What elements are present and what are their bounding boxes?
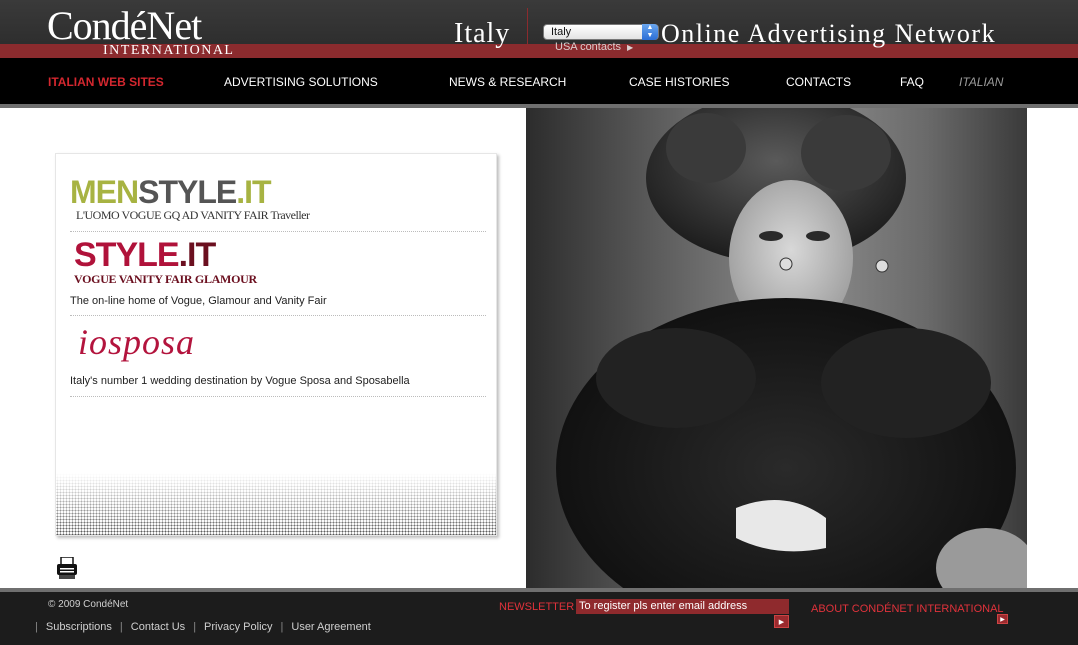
menstyle-wordmark: MENSTYLE.IT: [70, 174, 272, 210]
country-select-value: Italy: [551, 26, 572, 38]
footer-sep: |: [193, 621, 197, 633]
footer-link-subscriptions[interactable]: Subscriptions: [46, 621, 112, 633]
select-arrows-icon: ▲ ▼: [642, 24, 658, 40]
logo-subtitle: INTERNATIONAL: [103, 43, 235, 58]
main-nav: ITALIAN WEB SITES ADVERTISING SOLUTIONS …: [0, 58, 1078, 104]
nav-contacts[interactable]: CONTACTS: [786, 75, 851, 89]
sites-panel: MENSTYLE.IT L'UOMO VOGUE GQ AD VANITY FA…: [55, 153, 497, 536]
footer-sep: |: [35, 621, 38, 633]
printer-icon[interactable]: [56, 556, 78, 581]
site-entry-style[interactable]: STYLE.IT VOGUE VANITY FAIR GLAMOUR The o…: [70, 238, 486, 316]
footer-link-contact-us[interactable]: Contact Us: [131, 621, 185, 633]
region-title: Italy: [454, 18, 511, 49]
iosposa-description: Italy's number 1 wedding destination by …: [70, 375, 410, 387]
style-it-wordmark: STYLE.IT: [74, 236, 216, 274]
menstyle-logo[interactable]: MENSTYLE.IT L'UOMO VOGUE GQ AD VANITY FA…: [70, 174, 310, 226]
nav-case-histories[interactable]: CASE HISTORIES: [629, 75, 729, 89]
menstyle-brands: L'UOMO VOGUE GQ AD VANITY FAIR Traveller: [76, 208, 310, 222]
panel-dot-pattern: [56, 473, 496, 535]
site-footer: © 2009 CondéNet | Subscriptions | Contact U…: [0, 592, 1078, 645]
footer-sep: |: [280, 621, 284, 633]
newsletter-label: NEWSLETTER: [499, 601, 575, 613]
usa-contacts-link[interactable]: USA contacts ▶: [555, 41, 633, 54]
country-select[interactable]: Italy ▲ ▼: [543, 24, 659, 40]
nav-news-research[interactable]: NEWS & RESEARCH: [449, 75, 566, 89]
network-tagline: Online Advertising Network: [661, 19, 997, 48]
header-divider: [527, 8, 528, 58]
footer-link-privacy-policy[interactable]: Privacy Policy: [204, 621, 272, 633]
site-header: CondéNet INTERNATIONAL Italy Italy ▲ ▼ US…: [0, 0, 1078, 58]
newsletter-email-input[interactable]: [576, 599, 789, 614]
condenet-logo[interactable]: CondéNet INTERNATIONAL: [47, 4, 247, 58]
site-entry-menstyle[interactable]: MENSTYLE.IT L'UOMO VOGUE GQ AD VANITY FA…: [70, 154, 486, 232]
nav-language-italian[interactable]: ITALIAN: [959, 75, 1003, 89]
nav-faq[interactable]: FAQ: [900, 75, 924, 89]
usa-contacts-label: USA contacts: [555, 41, 622, 53]
style-it-brands: VOGUE VANITY FAIR GLAMOUR: [74, 272, 257, 286]
site-entry-iosposa[interactable]: iosposa Italy's number 1 wedding destina…: [70, 322, 486, 397]
footer-link-user-agreement[interactable]: User Agreement: [291, 621, 370, 633]
nav-italian-web-sites[interactable]: ITALIAN WEB SITES: [48, 75, 164, 89]
footer-sep: |: [119, 621, 123, 633]
newsletter-submit-button[interactable]: ▶: [774, 615, 789, 628]
iosposa-logo[interactable]: iosposa: [78, 322, 195, 362]
logo-wordmark: CondéNet: [47, 3, 202, 48]
style-it-description: The on-line home of Vogue, Glamour and V…: [70, 295, 327, 307]
about-condenet-link[interactable]: ABOUT CONDÉNET INTERNATIONAL: [811, 603, 1004, 616]
arrow-right-icon: ▶: [627, 43, 634, 52]
fashion-photo: [526, 108, 1027, 588]
about-arrow-button[interactable]: ▶: [997, 614, 1008, 624]
footer-links: | Subscriptions | Contact Us | Privacy Policy…: [35, 621, 371, 634]
style-it-logo[interactable]: STYLE.IT VOGUE VANITY FAIR GLAMOUR: [74, 238, 274, 288]
nav-advertising-solutions[interactable]: ADVERTISING SOLUTIONS: [224, 75, 378, 89]
copyright: © 2009 CondéNet: [48, 599, 129, 610]
